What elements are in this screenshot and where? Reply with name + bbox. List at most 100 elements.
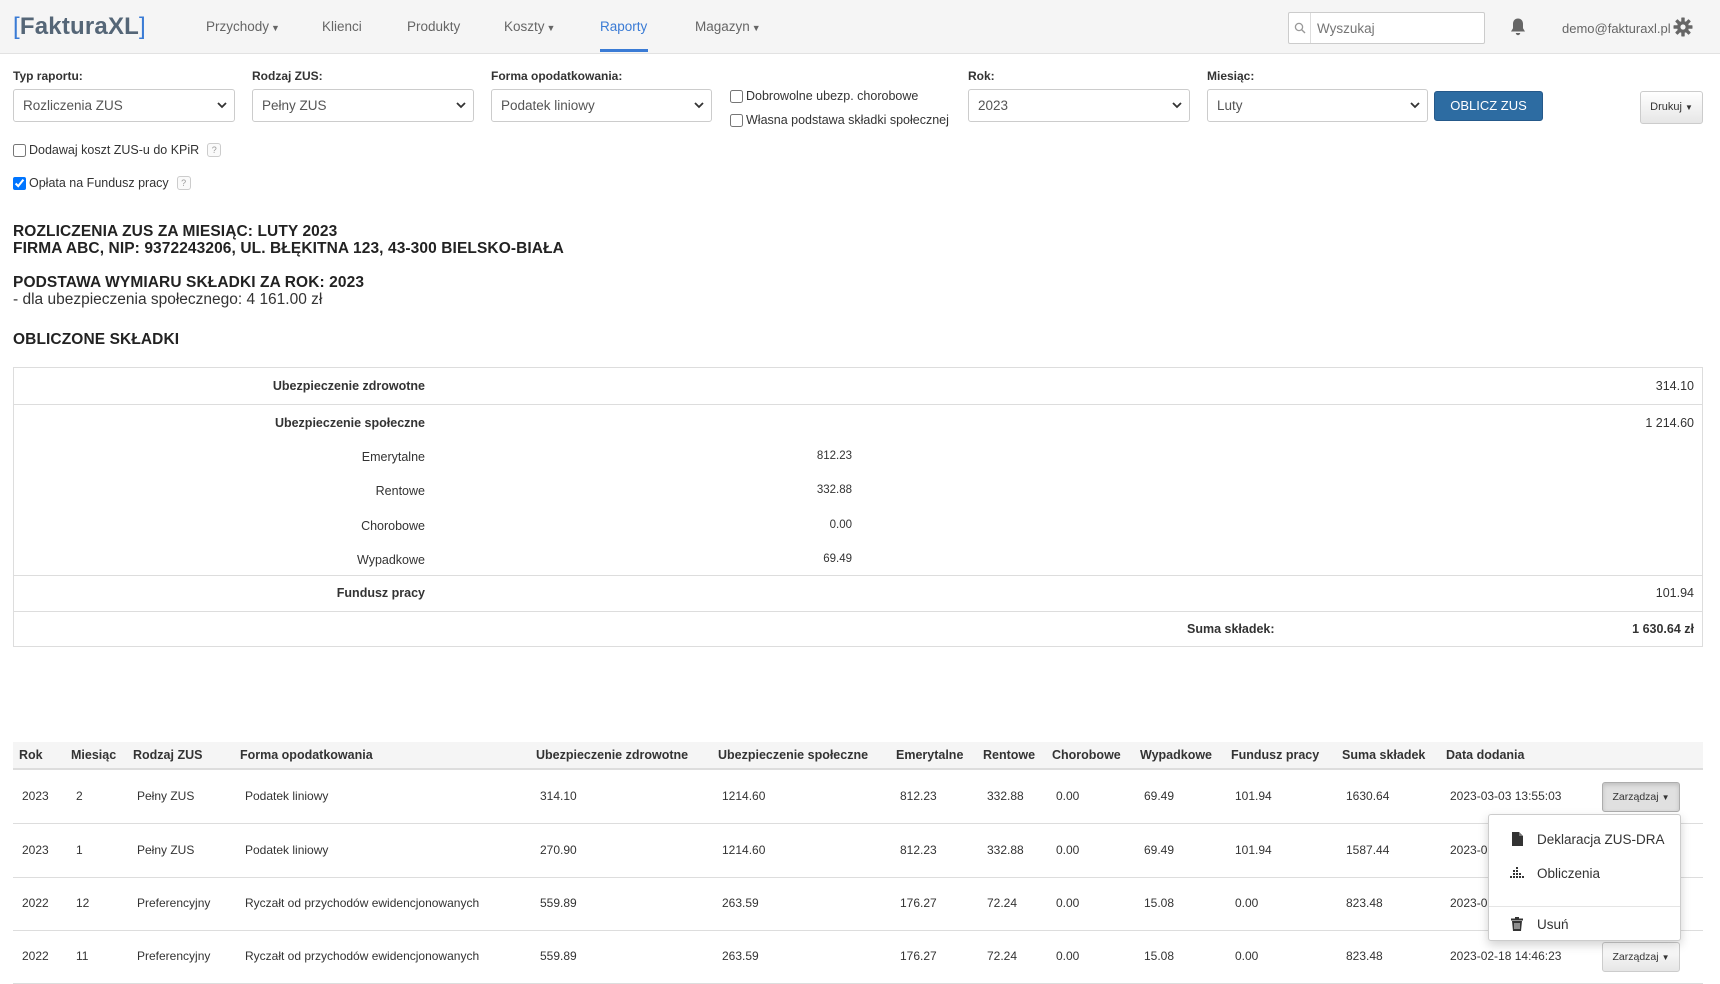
print-button[interactable]: Drukuj ▼ <box>1640 91 1703 124</box>
search-input[interactable] <box>1312 13 1482 43</box>
cell-disability: 72.24 <box>987 949 1018 963</box>
cell-labor-fund: 0.00 <box>1235 949 1259 963</box>
summary-value: 314.10 <box>1655 379 1694 393</box>
column-header: Ubezpieczenie społeczne <box>718 748 869 762</box>
trash-icon <box>1509 917 1525 931</box>
year-select[interactable]: 2023 <box>968 89 1190 122</box>
cell-accident: 15.08 <box>1144 896 1175 910</box>
manage-dropdown-menu: Deklaracja ZUS-DRA Obliczenia Usuń <box>1488 814 1681 941</box>
column-header: Chorobowe <box>1052 748 1121 762</box>
calculate-zus-button[interactable]: OBLICZ ZUS <box>1434 91 1543 121</box>
summary-row-social: Ubezpieczenie społeczne 1 214.60 Emeryta… <box>14 404 1702 575</box>
app-logo[interactable]: [FakturaXL] <box>13 13 146 41</box>
history-table-header: Rok Miesiąc Rodzaj ZUS Forma opodatkowan… <box>13 742 1703 770</box>
cell-social: 1214.60 <box>722 789 766 803</box>
logo-bracket-open: [ <box>13 13 20 40</box>
chevron-down-icon <box>216 99 228 114</box>
menu-item-zus-dra[interactable]: Deklaracja ZUS-DRA <box>1489 825 1680 853</box>
nav-klienci[interactable]: Klienci <box>322 19 362 34</box>
logo-bracket-close: ] <box>139 13 146 40</box>
summary-value: 1 214.60 <box>1645 416 1694 430</box>
zus-type-select[interactable]: Pełny ZUS <box>252 89 474 122</box>
manage-button[interactable]: Zarządzaj ▼ <box>1602 782 1680 812</box>
summary-sublabel: Chorobowe <box>361 519 425 533</box>
nav-koszty[interactable]: Koszty ▼ <box>504 19 555 34</box>
user-email[interactable]: demo@fakturaxl.pl <box>1562 21 1671 36</box>
nav-magazyn[interactable]: Magazyn ▼ <box>695 19 761 34</box>
nav-label: Przychody <box>206 19 270 34</box>
caret-down-icon: ▼ <box>1661 793 1670 802</box>
own-base-checkbox[interactable]: Własna podstawa składki społecznej <box>730 113 949 127</box>
caret-down-icon: ▼ <box>1661 953 1670 962</box>
add-cost-checkbox[interactable]: Dodawaj koszt ZUS-u do KPiR ? <box>13 143 222 157</box>
manage-button-label: Zarządzaj <box>1612 791 1659 803</box>
table-row: 2022 12 Preferencyjny Ryczałt od przycho… <box>13 878 1703 931</box>
select-value: Rozliczenia ZUS <box>23 98 123 113</box>
menu-item-label: Deklaracja ZUS-DRA <box>1537 831 1665 847</box>
table-row: 2022 11 Preferencyjny Ryczałt od przycho… <box>13 931 1703 984</box>
report-type-select[interactable]: Rozliczenia ZUS <box>13 89 235 122</box>
summary-sublabel: Wypadkowe <box>357 553 425 567</box>
cell-health: 559.89 <box>540 896 577 910</box>
nav-label: Klienci <box>322 19 362 34</box>
summary-subvalue: 812.23 <box>816 450 852 462</box>
cell-disability: 72.24 <box>987 896 1018 910</box>
cell-zus-type: Preferencyjny <box>137 896 211 910</box>
gear-icon[interactable] <box>1673 17 1693 40</box>
cell-accident: 69.49 <box>1144 843 1175 857</box>
cell-total: 1587.44 <box>1346 843 1390 857</box>
summary-label: Ubezpieczenie zdrowotne <box>272 379 425 393</box>
help-icon[interactable]: ? <box>176 176 191 190</box>
caret-down-icon: ▼ <box>271 23 280 33</box>
select-value: Podatek liniowy <box>501 98 595 113</box>
summary-row-health: Ubezpieczenie zdrowotne 314.10 <box>14 368 1702 404</box>
help-icon[interactable]: ? <box>207 143 222 157</box>
tax-form-select[interactable]: Podatek liniowy <box>491 89 712 122</box>
company-info: FIRMA ABC, NIP: 9372243206, UL. BŁĘKITNA… <box>13 240 564 257</box>
column-header: Rodzaj ZUS <box>133 748 203 762</box>
cell-total: 1630.64 <box>1346 789 1390 803</box>
nav-produkty[interactable]: Produkty <box>407 19 460 34</box>
cell-sickness: 0.00 <box>1056 949 1080 963</box>
summary-subvalue: 69.49 <box>823 553 852 565</box>
summary-value: 101.94 <box>1655 586 1694 600</box>
print-button-label: Drukuj <box>1650 101 1682 113</box>
voluntary-sickness-input[interactable] <box>730 89 743 103</box>
manage-button-label: Zarządzaj <box>1612 951 1659 963</box>
summary-sublabel: Rentowe <box>375 484 425 498</box>
manage-button[interactable]: Zarządzaj ▼ <box>1602 942 1680 972</box>
year-label: Rok: <box>968 69 995 83</box>
cell-date-added: 2023-02-18 14:46:23 <box>1450 949 1562 963</box>
cell-pension: 176.27 <box>900 896 937 910</box>
base-title: PODSTAWA WYMIARU SKŁADKI ZA ROK: 2023 <box>13 274 365 291</box>
labor-fund-checkbox[interactable]: Opłata na Fundusz pracy ? <box>13 176 191 190</box>
cell-total: 823.48 <box>1346 896 1383 910</box>
menu-item-delete[interactable]: Usuń <box>1489 910 1680 938</box>
column-header: Ubezpieczenie zdrowotne <box>536 748 689 762</box>
checkbox-label: Dobrowolne ubezp. chorobowe <box>746 89 919 103</box>
cell-sickness: 0.00 <box>1056 789 1080 803</box>
add-cost-input[interactable] <box>13 143 26 157</box>
cell-month: 11 <box>76 949 89 963</box>
cell-social: 1214.60 <box>722 843 766 857</box>
month-select[interactable]: Luty <box>1207 89 1428 122</box>
column-header: Forma opodatkowania <box>240 748 373 762</box>
cell-labor-fund: 101.94 <box>1235 789 1272 803</box>
table-row: 2023 1 Pełny ZUS Podatek liniowy 270.90 … <box>13 825 1703 878</box>
caret-down-icon: ▼ <box>546 23 556 33</box>
labor-fund-input[interactable] <box>13 176 26 190</box>
tax-form-label: Forma opodatkowania: <box>491 69 623 83</box>
own-base-input[interactable] <box>730 113 743 127</box>
voluntary-sickness-checkbox[interactable]: Dobrowolne ubezp. chorobowe <box>730 89 918 103</box>
cell-month: 2 <box>76 789 83 803</box>
nav-raporty[interactable]: Raporty <box>600 19 647 34</box>
summary-total-label: Suma składek: <box>1187 622 1275 636</box>
chevron-down-icon <box>1171 99 1183 114</box>
cell-zus-type: Pełny ZUS <box>137 789 195 803</box>
menu-item-calculations[interactable]: Obliczenia <box>1489 859 1680 887</box>
nav-label: Raporty <box>600 19 648 34</box>
report-title: ROZLICZENIA ZUS ZA MIESIĄC: LUTY 2023 <box>13 223 338 240</box>
bell-icon[interactable] <box>1509 17 1527 40</box>
nav-przychody[interactable]: Przychody ▼ <box>206 19 280 34</box>
chart-icon <box>1509 866 1525 880</box>
